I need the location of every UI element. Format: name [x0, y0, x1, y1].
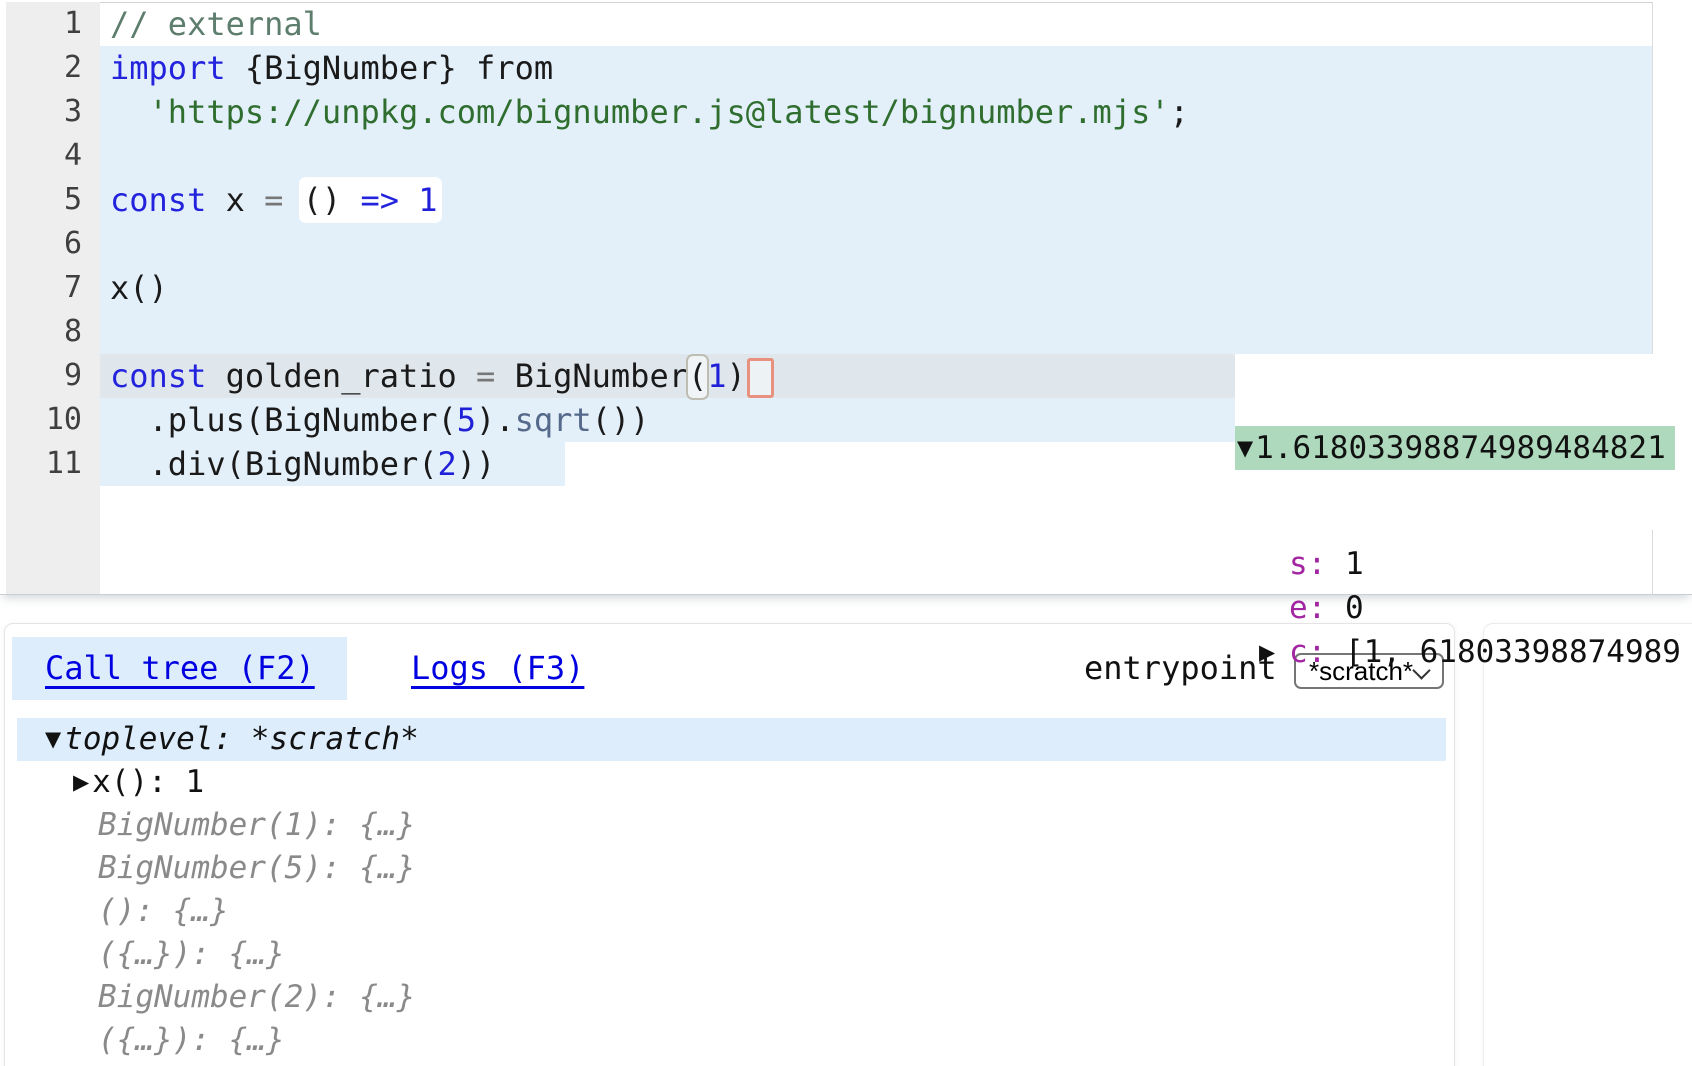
line-number: 8	[6, 310, 100, 354]
field-key: e:	[1289, 590, 1326, 626]
code-token: .plus(BigNumber(	[110, 401, 457, 439]
code-line[interactable]	[100, 222, 1652, 266]
code-token: const	[110, 357, 206, 395]
code-line[interactable]	[100, 134, 1652, 178]
code-token: sqrt	[515, 401, 592, 439]
call-tree-row[interactable]: BigNumber(5): {…}	[17, 847, 1446, 890]
code-token: =>	[360, 181, 399, 219]
code-token: .div(BigNumber(	[110, 445, 438, 483]
line-number: 1	[6, 2, 100, 46]
call-tree-label: (): {…}	[98, 893, 229, 929]
text-cursor-box	[747, 358, 774, 398]
collapse-triangle-icon[interactable]: ▼	[45, 727, 61, 751]
tab-call-tree[interactable]: Call tree (F2)	[45, 637, 315, 700]
code-line[interactable]: import {BigNumber} from	[100, 46, 1652, 90]
code-token: import	[110, 49, 226, 87]
code-line[interactable]: x()	[100, 266, 1652, 310]
code-token: // external	[110, 5, 322, 43]
code-token	[399, 181, 418, 219]
call-tree-label: ({…}): {…}	[98, 1022, 285, 1058]
call-tree-row[interactable]: ({…}): {…}	[17, 933, 1446, 976]
expand-triangle-icon[interactable]: ▶	[73, 770, 89, 794]
line-number: 2	[6, 46, 100, 90]
code-token: =	[476, 357, 495, 395]
code-line[interactable]: // external	[100, 2, 1652, 46]
inline-result-overlay: ▼1.61803398874989484821 s: 1e: 0▶c: [1, …	[1235, 354, 1692, 530]
call-tree-label: toplevel: *scratch*	[64, 721, 419, 757]
call-tree-row[interactable]: BigNumber(2): {…}	[17, 976, 1446, 1019]
line-number: 11	[6, 442, 100, 486]
object-field-row[interactable]: ▶ c: [1, 61803398874989	[1235, 630, 1692, 674]
code-token: 2	[438, 445, 457, 483]
code-token: )	[727, 357, 746, 395]
line-number: 7	[6, 266, 100, 310]
code-token: 5	[457, 401, 476, 439]
call-tree-row[interactable]: BigNumber(1): {…}	[17, 804, 1446, 847]
line-number: 9	[6, 354, 100, 398]
code-token: =	[264, 181, 283, 219]
object-field-row: s: 1	[1235, 542, 1692, 586]
evaluated-expression-highlight: () => 1	[303, 181, 438, 219]
code-token: golden_ratio	[206, 357, 476, 395]
expand-triangle-icon[interactable]: ▶	[1259, 630, 1275, 674]
code-token: ())	[592, 401, 650, 439]
code-token: x	[206, 181, 264, 219]
line-number: 4	[6, 134, 100, 178]
code-line[interactable]	[100, 310, 1652, 354]
code-editor[interactable]: 1234567891011 // externalimport {BigNumb…	[0, 0, 1692, 595]
call-tree-label: BigNumber(5): {…}	[98, 850, 415, 886]
code-token: x()	[110, 269, 168, 307]
code-token: const	[110, 181, 206, 219]
call-tree-row[interactable]: ▶x(): 1	[17, 761, 1446, 804]
code-token	[495, 357, 514, 395]
line-number: 6	[6, 222, 100, 266]
call-tree-label: x(): 1	[92, 764, 204, 800]
field-value: 0	[1326, 590, 1363, 626]
collapse-triangle-icon[interactable]: ▼	[1237, 436, 1253, 460]
line-number: 3	[6, 90, 100, 134]
code-token: ).	[476, 401, 515, 439]
result-object-fields: s: 1e: 0▶c: [1, 61803398874989	[1235, 542, 1692, 674]
code-line[interactable]: const x = () => 1	[100, 178, 1652, 222]
call-tree-row[interactable]: ▼toplevel: *scratch*	[17, 718, 1446, 761]
call-tree-list: ▼toplevel: *scratch*▶x(): 1BigNumber(1):…	[17, 718, 1446, 1062]
call-tree-label: BigNumber(2): {…}	[98, 979, 415, 1015]
result-value: 1.61803398874989484821	[1255, 430, 1666, 466]
call-tree-label: ({…}): {…}	[98, 936, 285, 972]
result-value-chip[interactable]: ▼1.61803398874989484821	[1235, 426, 1675, 470]
code-token: 'https://unpkg.com/bignumber.js@latest/b…	[149, 93, 1170, 131]
call-tree-row[interactable]: ({…}): {…}	[17, 1019, 1446, 1062]
call-tree-row[interactable]: (): {…}	[17, 890, 1446, 933]
field-value: 1	[1326, 546, 1363, 582]
line-number-gutter: 1234567891011	[6, 2, 100, 594]
field-key: c:	[1289, 634, 1326, 670]
field-value: [1, 61803398874989	[1326, 634, 1681, 670]
code-token: 1	[418, 181, 437, 219]
code-token	[283, 181, 302, 219]
field-key: s:	[1289, 546, 1326, 582]
code-line[interactable]: 'https://unpkg.com/bignumber.js@latest/b…	[100, 90, 1652, 134]
code-token: ;	[1170, 93, 1189, 131]
code-token: {BigNumber} from	[226, 49, 554, 87]
code-token: BigNumber	[515, 357, 688, 395]
code-token: ))	[457, 445, 496, 483]
object-field-row: e: 0	[1235, 586, 1692, 630]
code-token: ()	[303, 181, 342, 219]
line-number: 5	[6, 178, 100, 222]
code-token	[341, 181, 360, 219]
line-number: 10	[6, 398, 100, 442]
call-tree-label: BigNumber(1): {…}	[98, 807, 415, 843]
code-token: 1	[707, 357, 726, 395]
tab-logs[interactable]: Logs (F3)	[411, 637, 584, 700]
matching-bracket-highlight: (	[686, 354, 709, 400]
code-token	[110, 93, 149, 131]
